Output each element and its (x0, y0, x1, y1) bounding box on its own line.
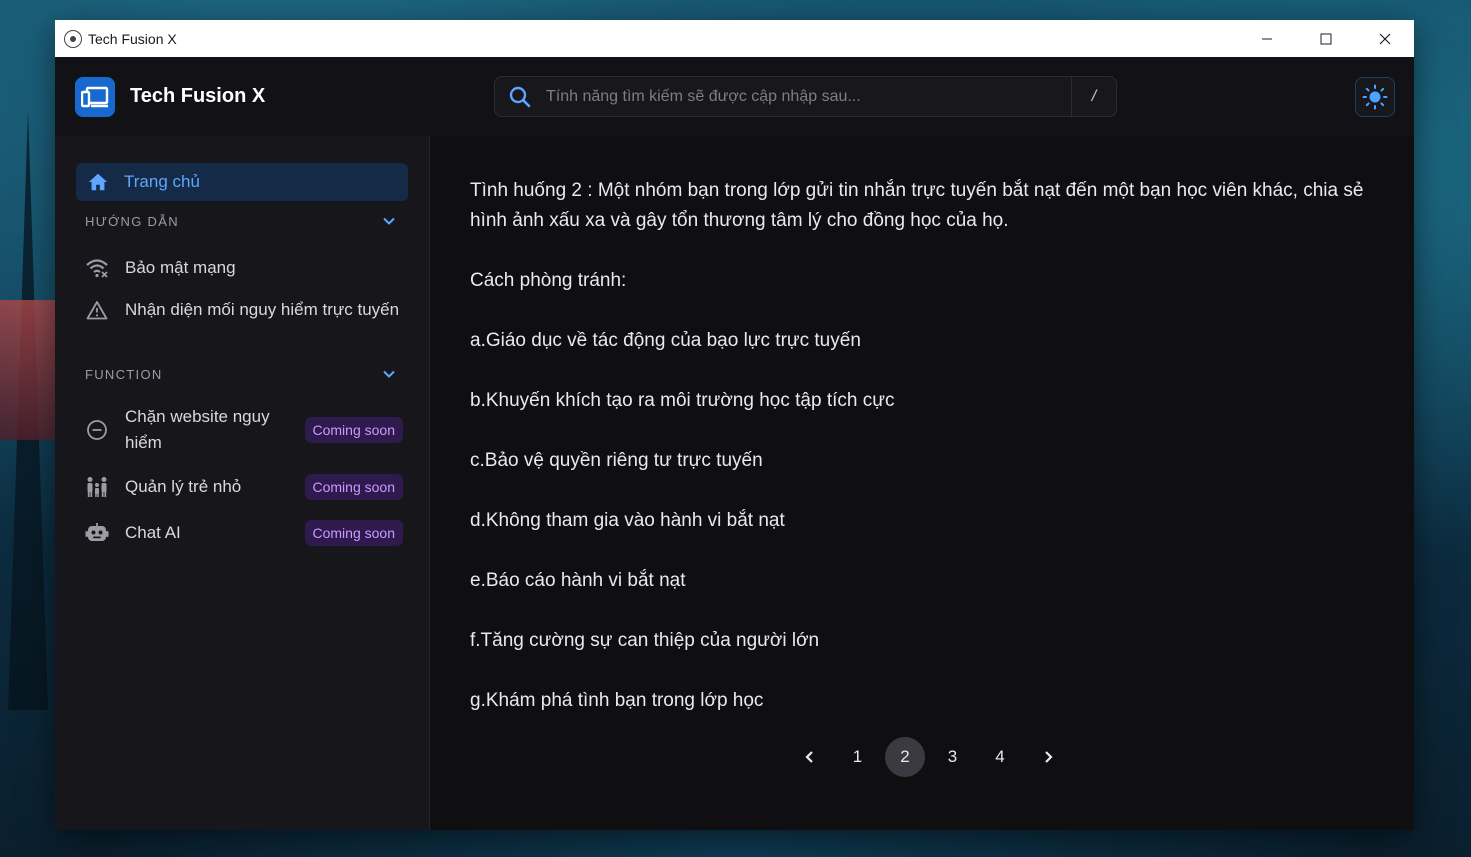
article: Tình huống 2 : Một nhóm bạn trong lớp gử… (470, 176, 1370, 746)
brand-name[interactable]: Tech Fusion X (130, 85, 265, 108)
window-controls (1237, 20, 1414, 57)
devices-icon (81, 86, 109, 108)
prevention-item: g.Khám phá tình bạn trong lớp học (470, 690, 764, 711)
theme-toggle-button[interactable] (1355, 77, 1395, 117)
sidebar-item-home[interactable]: Trang chủ (76, 163, 408, 201)
sidebar-item-label: Quản lý trẻ nhỏ (125, 477, 242, 496)
app-window: Tech Fusion X Tech Fusion X Tính năng tì… (55, 20, 1414, 830)
wallpaper-accent (0, 300, 55, 440)
section-header-huong-dan[interactable]: HƯỚNG DẪN (85, 213, 397, 229)
search-icon (509, 86, 531, 107)
section-header-function[interactable]: FUNCTION (85, 366, 397, 382)
maximize-button[interactable] (1296, 20, 1355, 57)
prevention-item: b.Khuyến khích tạo ra môi trường học tập… (470, 390, 895, 411)
sidebar-item-label: Bảo mật mạng (125, 258, 236, 277)
sidebar-item-chan-website[interactable]: Chặn website nguy hiểm Coming soon (85, 404, 403, 456)
pagination: 1 2 3 4 (790, 737, 1075, 777)
page-button-4[interactable]: 4 (980, 737, 1020, 777)
sidebar-item-label: Nhận diện mối nguy hiểm trực tuyến (125, 300, 400, 319)
search-placeholder: Tính năng tìm kiếm sẽ được cập nhập sau.… (546, 87, 861, 105)
chevron-right-icon (1044, 751, 1053, 763)
previous-page-button[interactable] (790, 737, 830, 777)
coming-soon-badge: Coming soon (304, 520, 403, 546)
sidebar-item-label: Chat AI (125, 523, 181, 542)
page-button-1[interactable]: 1 (838, 737, 878, 777)
page-button-2[interactable]: 2 (885, 737, 925, 777)
close-button[interactable] (1355, 20, 1414, 57)
logo[interactable] (75, 77, 115, 117)
close-icon (1379, 33, 1390, 44)
sidebar-item-chat-ai[interactable]: Chat AI Coming soon (85, 520, 403, 546)
sun-icon (1362, 84, 1388, 110)
maximize-icon (1320, 33, 1331, 44)
sidebar-item-bao-mat-mang[interactable]: Bảo mật mạng (85, 255, 403, 281)
prevention-item: a.Giáo dục về tác động của bạo lực trực … (470, 330, 861, 351)
wifi-icon (85, 256, 109, 280)
main-content: Tình huống 2 : Một nhóm bạn trong lớp gử… (430, 136, 1414, 830)
prevention-item: d.Không tham gia vào hành vi bắt nạt (470, 510, 785, 531)
section-title: HƯỚNG DẪN (85, 213, 179, 229)
app-header: Tech Fusion X Tính năng tìm kiếm sẽ được… (55, 57, 1414, 137)
prevention-heading: Cách phòng tránh: (470, 270, 627, 291)
scenario-text: Tình huống 2 : Một nhóm bạn trong lớp gử… (470, 180, 1364, 231)
sidebar-item-label: Chặn website nguy hiểm (125, 407, 270, 452)
chevron-down-icon (383, 217, 395, 225)
chevron-down-icon (383, 370, 395, 378)
home-icon (88, 173, 108, 191)
search-shortcut-key: / (1071, 77, 1116, 116)
coming-soon-badge: Coming soon (304, 474, 403, 500)
sidebar-item-label: Trang chủ (124, 172, 200, 191)
prevention-item: e.Báo cáo hành vi bắt nạt (470, 570, 686, 591)
chevron-left-icon (805, 751, 813, 763)
page-button-3[interactable]: 3 (933, 737, 973, 777)
window-title: Tech Fusion X (88, 30, 177, 47)
next-page-button[interactable] (1028, 737, 1068, 777)
minimize-button[interactable] (1237, 20, 1296, 57)
coming-soon-badge: Coming soon (304, 417, 403, 443)
sidebar: Trang chủ HƯỚNG DẪN Bảo mật mạng Nhận di… (55, 136, 430, 830)
minimize-icon (1261, 38, 1272, 39)
section-title: FUNCTION (85, 366, 163, 382)
block-icon (85, 418, 109, 442)
warning-icon (85, 298, 109, 322)
sidebar-item-quan-ly-tre-nho[interactable]: Quản lý trẻ nhỏ Coming soon (85, 474, 403, 500)
sidebar-item-nhan-dien[interactable]: Nhận diện mối nguy hiểm trực tuyến (85, 297, 403, 323)
app-icon (64, 29, 82, 48)
search-bar[interactable]: Tính năng tìm kiếm sẽ được cập nhập sau.… (494, 76, 1117, 117)
robot-icon (85, 521, 109, 545)
title-bar: Tech Fusion X (55, 20, 1414, 57)
prevention-item: c.Bảo vệ quyền riêng tư trực tuyến (470, 450, 763, 471)
prevention-item: f.Tăng cường sự can thiệp của người lớn (470, 630, 820, 651)
family-icon (85, 475, 109, 499)
